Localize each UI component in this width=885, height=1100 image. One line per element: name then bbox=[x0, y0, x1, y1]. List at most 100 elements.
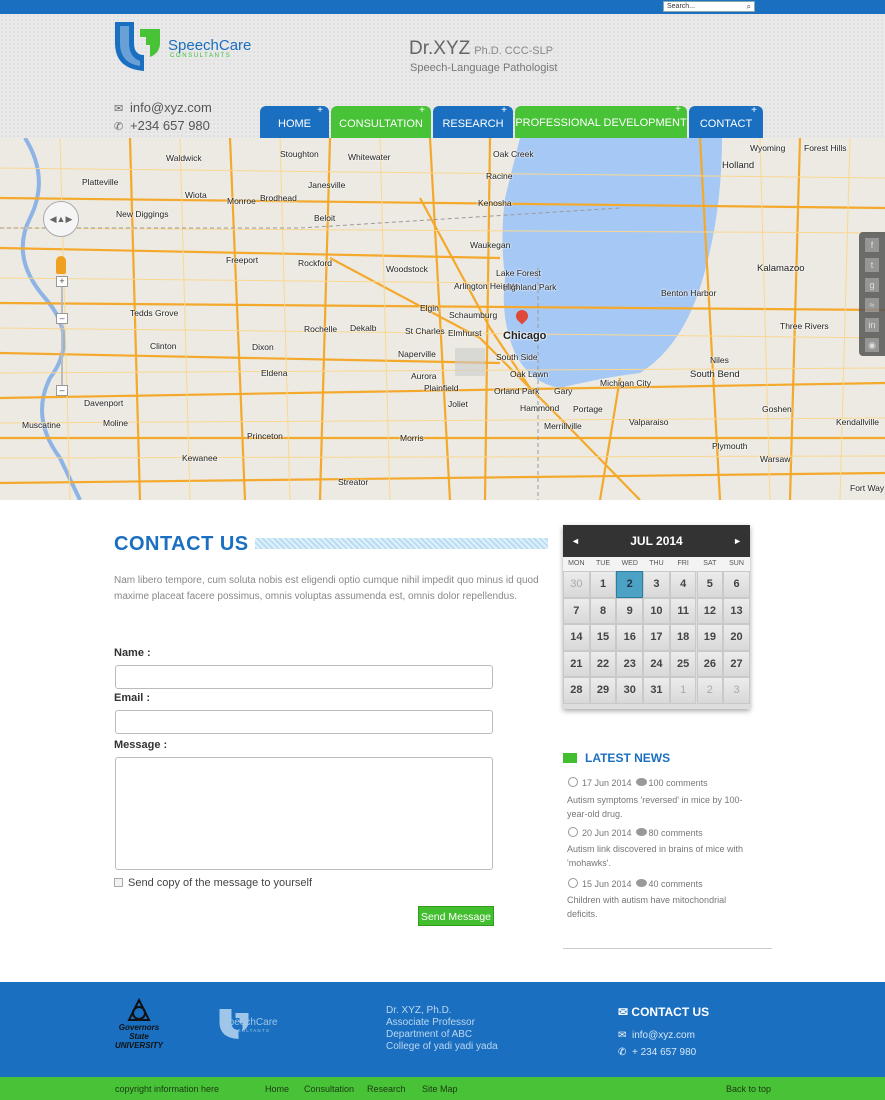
map-pan-control[interactable]: ◀▲▶ bbox=[43, 201, 79, 237]
calendar-prev-button[interactable]: ◄ bbox=[571, 525, 580, 557]
calendar-day-today[interactable]: 2 bbox=[616, 571, 644, 598]
calendar-day[interactable]: 3 bbox=[723, 677, 750, 704]
envelope-icon: ✉ bbox=[114, 103, 124, 115]
calendar-day[interactable]: 13 bbox=[723, 597, 750, 624]
calendar-day[interactable]: 29 bbox=[589, 677, 617, 704]
calendar-day[interactable]: 10 bbox=[643, 597, 670, 624]
calendar-day[interactable]: 6 bbox=[723, 571, 750, 598]
twitter-icon[interactable]: t bbox=[865, 258, 879, 272]
calendar-day[interactable]: 7 bbox=[563, 597, 590, 624]
rss-icon[interactable]: ≈ bbox=[865, 298, 879, 312]
nav-home[interactable]: + HOME bbox=[260, 105, 329, 138]
calendar-day[interactable]: 22 bbox=[589, 650, 617, 677]
street-view-pegman-icon[interactable] bbox=[56, 256, 66, 274]
google-plus-icon[interactable]: g bbox=[865, 278, 879, 292]
calendar-day[interactable]: 17 bbox=[643, 624, 670, 651]
map-label: Oak Lawn bbox=[510, 369, 549, 379]
search-icon[interactable]: ⌕ bbox=[747, 2, 751, 11]
map-label: St Charles bbox=[405, 326, 445, 336]
zoom-slider-track[interactable] bbox=[61, 280, 63, 390]
facebook-icon[interactable]: f bbox=[865, 238, 879, 252]
calendar-day[interactable]: 4 bbox=[669, 571, 697, 598]
map-label: Kalamazoo bbox=[757, 263, 805, 274]
nav-consultation[interactable]: + CONSULTATION bbox=[331, 105, 431, 138]
message-textarea[interactable] bbox=[115, 757, 493, 870]
calendar-day[interactable]: 2 bbox=[696, 677, 724, 704]
map-label: Janesville bbox=[308, 180, 346, 190]
calendar-day[interactable]: 27 bbox=[723, 650, 750, 677]
calendar-day[interactable]: 15 bbox=[589, 624, 617, 651]
calendar-day[interactable]: 14 bbox=[563, 624, 590, 651]
calendar-day[interactable]: 30 bbox=[563, 571, 590, 598]
calendar-day[interactable]: 30 bbox=[616, 677, 644, 704]
back-to-top-link[interactable]: Back to top bbox=[726, 1084, 771, 1094]
news-comments[interactable]: 80 comments bbox=[649, 828, 703, 838]
calendar-day[interactable]: 8 bbox=[589, 597, 617, 624]
footer-logo-name: SpeechCare bbox=[222, 1017, 278, 1028]
calendar-day[interactable]: 19 bbox=[696, 624, 724, 651]
footer-email[interactable]: ✉ info@xyz.com bbox=[618, 1030, 695, 1041]
map-label: Valparaiso bbox=[629, 417, 669, 427]
speech-bubble-icon bbox=[563, 753, 577, 763]
footer-link-home[interactable]: Home bbox=[265, 1084, 289, 1094]
calendar-day[interactable]: 1 bbox=[589, 571, 617, 598]
dribbble-icon[interactable]: ◉ bbox=[865, 338, 879, 352]
calendar-day[interactable]: 12 bbox=[696, 597, 724, 624]
envelope-icon: ✉ bbox=[618, 1030, 627, 1041]
nav-research[interactable]: + RESEARCH bbox=[433, 105, 513, 138]
email-input[interactable] bbox=[115, 710, 493, 734]
zoom-out-button[interactable]: – bbox=[56, 385, 68, 396]
calendar-day[interactable]: 23 bbox=[616, 650, 644, 677]
news-comments[interactable]: 40 comments bbox=[649, 879, 703, 889]
calendar-day[interactable]: 26 bbox=[696, 650, 724, 677]
contact-description: Nam libero tempore, cum soluta nobis est… bbox=[114, 575, 539, 602]
nav-professional-development[interactable]: + PROFESSIONAL DEVELOPMENT bbox=[515, 104, 687, 138]
calendar-day[interactable]: 16 bbox=[616, 624, 644, 651]
footer-link-site-map[interactable]: Site Map bbox=[422, 1084, 458, 1094]
calendar-month: JUL 2014 bbox=[630, 534, 683, 548]
nav-contact[interactable]: + CONTACT bbox=[689, 105, 763, 138]
logo[interactable]: SpeechCare CONSULTANTS bbox=[114, 21, 264, 71]
map-canvas[interactable] bbox=[0, 138, 885, 500]
news-text[interactable]: Autism link discovered in brains of mice… bbox=[567, 842, 747, 870]
calendar-day[interactable]: 20 bbox=[723, 624, 750, 651]
news-comments[interactable]: 100 comments bbox=[649, 778, 708, 788]
calendar-day[interactable]: 1 bbox=[669, 677, 697, 704]
plus-icon: + bbox=[501, 105, 507, 116]
calendar-next-button[interactable]: ► bbox=[733, 525, 742, 557]
calendar-day[interactable]: 9 bbox=[616, 597, 644, 624]
calendar-widget: ◄ JUL 2014 ► MON TUE WED THU FRI SAT SUN… bbox=[563, 525, 750, 709]
map-label: Davenport bbox=[84, 398, 124, 408]
map-label: Plainfield bbox=[424, 383, 459, 393]
linkedin-icon[interactable]: in bbox=[865, 318, 879, 332]
zoom-in-button[interactable]: + bbox=[56, 276, 68, 287]
copyright-text: copyright information here bbox=[115, 1084, 220, 1094]
calendar-day[interactable]: 3 bbox=[643, 571, 670, 598]
map-label: Michigan City bbox=[600, 378, 652, 388]
calendar-day[interactable]: 25 bbox=[669, 650, 697, 677]
calendar-day[interactable]: 21 bbox=[563, 650, 590, 677]
doctor-title: Speech-Language Pathologist bbox=[410, 62, 558, 74]
footer-link-research[interactable]: Research bbox=[367, 1084, 406, 1094]
map-label: Eldena bbox=[261, 368, 288, 378]
map-label: Whitewater bbox=[348, 152, 391, 162]
clock-icon bbox=[568, 777, 578, 787]
news-text[interactable]: Children with autism have mitochondrial … bbox=[567, 893, 747, 921]
footer-link-consultation[interactable]: Consultation bbox=[304, 1084, 354, 1094]
calendar-day[interactable]: 24 bbox=[643, 650, 670, 677]
copy-checkbox[interactable] bbox=[114, 878, 123, 887]
calendar-day[interactable]: 5 bbox=[696, 571, 724, 598]
calendar-day[interactable]: 31 bbox=[643, 677, 670, 704]
calendar-day[interactable]: 18 bbox=[669, 624, 697, 651]
search-input[interactable]: Search... ⌕ bbox=[663, 1, 755, 12]
send-message-button[interactable]: Send Message bbox=[418, 906, 494, 926]
map[interactable]: Wyoming Forest Hills Waldwick Stoughton … bbox=[0, 138, 885, 500]
header-email[interactable]: ✉ info@xyz.com bbox=[114, 100, 212, 115]
news-text[interactable]: Autism symptoms 'reversed' in mice by 10… bbox=[567, 793, 747, 821]
calendar-day[interactable]: 28 bbox=[563, 677, 590, 704]
calendar-day[interactable]: 11 bbox=[669, 597, 697, 624]
name-input[interactable] bbox=[115, 665, 493, 689]
map-label: Oak Creek bbox=[493, 149, 534, 159]
map-label: Clinton bbox=[150, 341, 177, 351]
zoom-slider-handle[interactable]: – bbox=[56, 313, 68, 324]
